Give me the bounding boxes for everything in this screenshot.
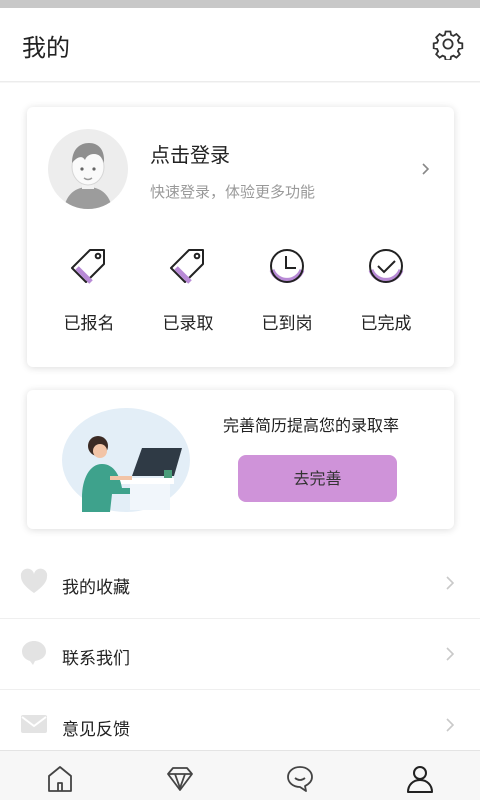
chevron-right-icon — [445, 646, 455, 662]
resume-card: 完善简历提高您的录取率 去完善 — [27, 390, 454, 529]
login-subtitle: 快速登录，体验更多功能 — [150, 183, 316, 201]
tag-icon — [71, 249, 105, 284]
status-onboarded[interactable]: 已到岗 — [242, 245, 332, 334]
status-strip — [0, 0, 480, 8]
status-signed-up[interactable]: 已报名 — [44, 245, 134, 334]
mail-icon — [20, 710, 48, 738]
chevron-right-icon — [445, 717, 455, 733]
home-icon[interactable] — [45, 763, 75, 795]
menu-item-label: 意见反馈 — [62, 720, 130, 740]
page-title: 我的 — [22, 34, 70, 62]
login-title[interactable]: 点击登录 — [150, 139, 230, 168]
bottom-tab-bar — [0, 750, 480, 800]
status-completed[interactable]: 已完成 — [341, 245, 431, 334]
message-icon[interactable] — [285, 763, 315, 795]
top-bar: 我的 — [0, 8, 480, 82]
chevron-right-icon[interactable] — [420, 159, 432, 179]
menu-item-favorites[interactable]: 我的收藏 — [0, 548, 480, 619]
menu-item-contact[interactable]: 联系我们 — [0, 619, 480, 690]
complete-resume-button[interactable]: 去完善 — [238, 455, 397, 502]
menu-item-label: 我的收藏 — [62, 578, 130, 598]
menu-item-label: 联系我们 — [62, 649, 130, 669]
status-admitted[interactable]: 已录取 — [143, 245, 233, 334]
status-label: 已完成 — [360, 314, 412, 334]
status-label: 已报名 — [63, 314, 115, 334]
clock-icon — [269, 249, 305, 283]
resume-prompt: 完善简历提高您的录取率 — [223, 416, 400, 435]
gear-icon[interactable] — [432, 28, 464, 61]
menu-list: 我的收藏 联系我们 意见反馈 — [0, 548, 480, 761]
person-at-computer-illustration — [60, 406, 192, 514]
chat-bubble-icon — [20, 639, 48, 667]
status-label: 已到岗 — [261, 314, 313, 334]
heart-icon — [20, 568, 48, 596]
user-icon[interactable] — [405, 763, 435, 795]
profile-card: 点击登录 快速登录，体验更多功能 已报名 已录取 已到岗 已完成 — [27, 107, 454, 367]
check-circle-icon — [368, 249, 404, 283]
status-label: 已录取 — [162, 314, 214, 334]
avatar[interactable] — [48, 129, 128, 209]
diamond-icon[interactable] — [165, 763, 195, 795]
tag-icon — [170, 249, 204, 284]
chevron-right-icon — [445, 575, 455, 591]
